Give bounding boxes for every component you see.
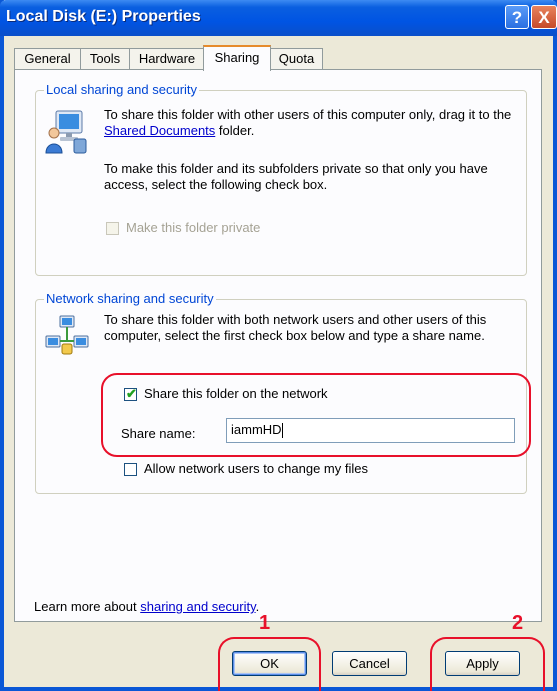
network-share-icon (45, 315, 89, 355)
network-sharing-title: Network sharing and security (44, 291, 216, 306)
tab-tools[interactable]: Tools (80, 48, 130, 69)
shared-documents-link[interactable]: Shared Documents (104, 123, 215, 138)
apply-button-highlight (430, 637, 545, 691)
tab-sharing[interactable]: Sharing (203, 45, 271, 71)
annotation-marker-1: 1 (259, 612, 271, 634)
tab-general[interactable]: General (14, 48, 81, 69)
users-computer-icon (45, 110, 87, 154)
learn-more-prefix: Learn more about (34, 599, 141, 614)
learn-more-text: Learn more about sharing and security. (34, 599, 259, 615)
make-private-checkbox[interactable] (106, 222, 119, 235)
allow-change-checkbox[interactable] (124, 463, 137, 476)
sharing-panel: Local sharing and security To share this… (14, 69, 542, 622)
cancel-button[interactable]: Cancel (332, 651, 407, 676)
allow-change-label: Allow network users to change my files (144, 461, 368, 476)
local-sharing-text-end: folder. (215, 123, 255, 138)
local-sharing-text-start: To share this folder with other users of… (104, 107, 512, 122)
local-sharing-group: Local sharing and security To share this… (35, 82, 527, 276)
window-title: Local Disk (E:) Properties (6, 8, 201, 25)
private-instructions: To make this folder and its subfolders p… (104, 161, 488, 192)
annotation-marker-2: 2 (512, 612, 524, 634)
tab-quota[interactable]: Quota (270, 48, 323, 69)
close-button[interactable]: X (531, 5, 557, 29)
make-private-label: Make this folder private (126, 220, 261, 235)
sharing-security-link[interactable]: sharing and security (140, 599, 255, 614)
help-button[interactable]: ? (505, 5, 529, 29)
network-sharing-text: To share this folder with both network u… (104, 312, 487, 343)
ok-button-highlight (218, 637, 321, 691)
tab-hardware[interactable]: Hardware (129, 48, 205, 69)
local-sharing-text: To share this folder with other users of… (104, 107, 514, 139)
share-controls-highlight (101, 373, 531, 457)
local-sharing-title: Local sharing and security (44, 82, 200, 97)
title-bar[interactable]: Local Disk (E:) Properties ? X (0, 0, 557, 36)
